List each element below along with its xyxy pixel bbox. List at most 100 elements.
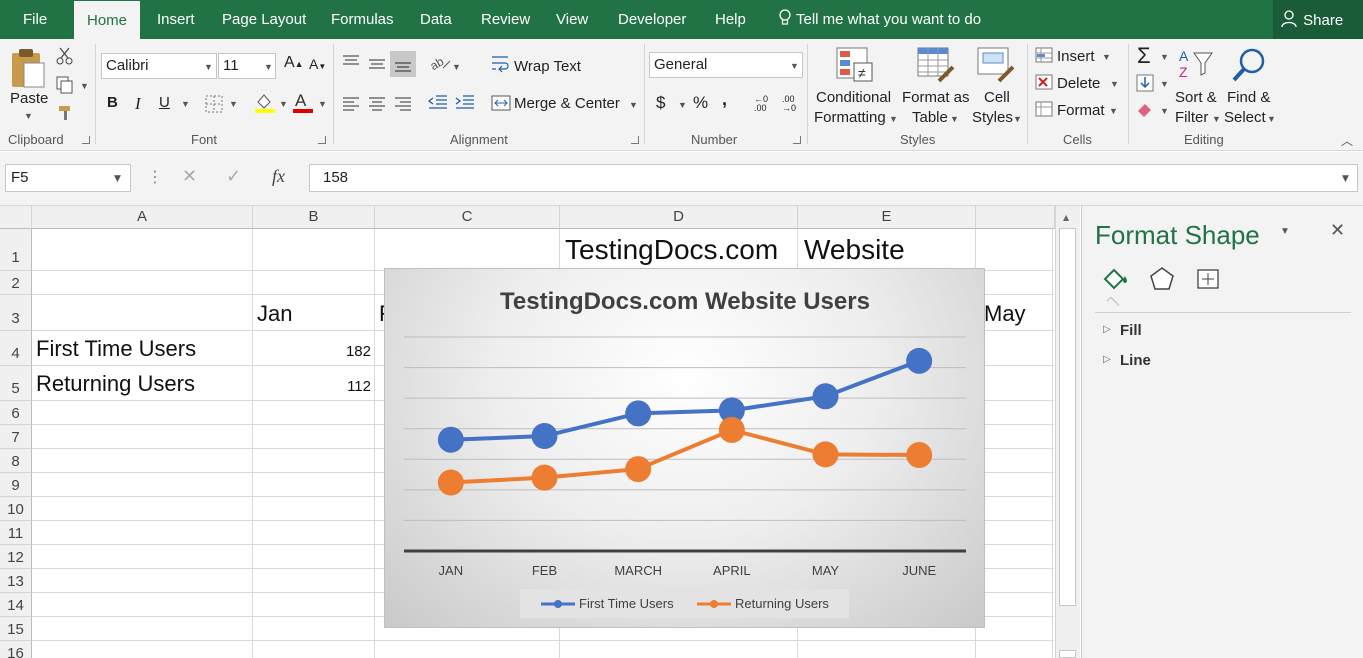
- row-header[interactable]: 2: [0, 271, 32, 295]
- tab-home[interactable]: Home: [74, 1, 140, 39]
- font-name-select[interactable]: Calibri: [101, 53, 217, 79]
- copy-icon[interactable]: [56, 76, 74, 97]
- dialog-launcher-icon[interactable]: [82, 136, 90, 144]
- align-center-icon[interactable]: [368, 97, 386, 114]
- chevron-down-icon[interactable]: ▼: [1110, 79, 1119, 89]
- percent-button[interactable]: %: [693, 93, 708, 113]
- insert-cells-button[interactable]: Insert: [1057, 48, 1095, 65]
- tab-page-layout[interactable]: Page Layout: [222, 0, 306, 39]
- tab-data[interactable]: Data: [420, 0, 452, 39]
- format-cells-button[interactable]: Format: [1057, 102, 1105, 119]
- font-color-icon[interactable]: A: [292, 91, 314, 117]
- conditional-formatting-line1[interactable]: Conditional: [816, 89, 891, 106]
- increase-font-icon[interactable]: A▲: [284, 54, 304, 72]
- chevron-down-icon[interactable]: ▼: [678, 100, 687, 110]
- scroll-down-button[interactable]: [1059, 650, 1076, 658]
- data-point[interactable]: [906, 442, 933, 469]
- underline-button[interactable]: U: [159, 94, 170, 111]
- orientation-icon[interactable]: ab: [428, 53, 452, 74]
- tab-view[interactable]: View: [556, 0, 588, 39]
- row-header[interactable]: 1: [0, 229, 32, 271]
- data-point[interactable]: [906, 347, 933, 374]
- chevron-down-icon[interactable]: ▼: [950, 114, 959, 124]
- row-header[interactable]: 5: [0, 366, 32, 401]
- chevron-down-icon[interactable]: ▼: [80, 81, 89, 91]
- chevron-down-icon[interactable]: ▼: [452, 62, 461, 72]
- row-header[interactable]: 12: [0, 545, 32, 569]
- close-icon[interactable]: ✕: [1330, 220, 1345, 241]
- cell-e1[interactable]: Website: [804, 234, 905, 266]
- cancel-icon[interactable]: ✕: [182, 166, 197, 187]
- chevron-down-icon[interactable]: ▼: [24, 111, 33, 121]
- column-header-b[interactable]: B: [253, 206, 375, 229]
- row-header[interactable]: 6: [0, 401, 32, 425]
- scrollbar-thumb[interactable]: [1059, 228, 1076, 606]
- data-point[interactable]: [812, 383, 839, 410]
- insert-cells-icon[interactable]: [1035, 47, 1053, 66]
- decrease-indent-icon[interactable]: [427, 95, 448, 114]
- row-header[interactable]: 13: [0, 569, 32, 593]
- align-top-icon[interactable]: [342, 55, 360, 72]
- expand-triangle-icon[interactable]: ▷: [1103, 324, 1111, 335]
- chevron-down-icon[interactable]: ▼: [1109, 106, 1118, 116]
- chart-title[interactable]: TestingDocs.com Website Users: [500, 288, 870, 315]
- cell-styles-line2[interactable]: Styles: [972, 109, 1013, 126]
- chevron-down-icon[interactable]: ▼: [114, 174, 121, 184]
- tab-file[interactable]: File: [23, 0, 47, 39]
- column-header-d[interactable]: D: [560, 206, 798, 229]
- comma-button[interactable]: ,: [722, 89, 727, 110]
- dialog-launcher-icon[interactable]: [793, 136, 801, 144]
- chevron-down-icon[interactable]: ▼: [1212, 114, 1221, 124]
- tab-help[interactable]: Help: [715, 0, 746, 39]
- line-chart[interactable]: TestingDocs.com Website Users JAN FEB MARC…: [384, 268, 985, 628]
- size-properties-icon[interactable]: [1194, 266, 1222, 295]
- merge-center-icon[interactable]: [491, 94, 511, 115]
- chevron-down-icon[interactable]: ▼: [1267, 114, 1276, 124]
- chevron-down-icon[interactable]: ▼: [318, 99, 327, 109]
- data-point[interactable]: [437, 469, 464, 496]
- chevron-down-icon[interactable]: ▼: [1102, 52, 1111, 62]
- decrease-decimal-button[interactable]: .00 →0: [782, 95, 806, 113]
- sort-filter-icon[interactable]: AZ: [1177, 47, 1215, 86]
- borders-icon[interactable]: [205, 95, 223, 116]
- row-header[interactable]: 15: [0, 617, 32, 641]
- format-cells-icon[interactable]: [1035, 101, 1053, 120]
- tab-insert[interactable]: Insert: [157, 0, 195, 39]
- dialog-launcher-icon[interactable]: [631, 136, 639, 144]
- increase-decimal-button[interactable]: ←0 .00: [754, 95, 778, 113]
- cell-styles-line1[interactable]: Cell: [984, 89, 1010, 106]
- data-point[interactable]: [718, 416, 745, 443]
- data-point[interactable]: [812, 441, 839, 468]
- enter-check-icon[interactable]: ✓: [226, 166, 241, 187]
- column-header-c[interactable]: C: [375, 206, 560, 229]
- data-point[interactable]: [437, 426, 464, 453]
- italic-button[interactable]: I: [135, 94, 141, 114]
- tab-review[interactable]: Review: [481, 0, 530, 39]
- find-select-line2[interactable]: Select: [1224, 109, 1266, 126]
- chevron-down-icon[interactable]: ▼: [1160, 106, 1169, 116]
- find-select-icon[interactable]: [1230, 47, 1268, 86]
- row-header[interactable]: 10: [0, 497, 32, 521]
- fill-section[interactable]: Fill: [1120, 322, 1142, 339]
- delete-cells-icon[interactable]: [1035, 74, 1053, 93]
- align-bottom-icon[interactable]: [390, 51, 416, 77]
- row-header[interactable]: 14: [0, 593, 32, 617]
- chevron-down-icon[interactable]: ▼: [229, 99, 238, 109]
- collapse-ribbon-icon[interactable]: ︿: [1341, 132, 1353, 149]
- cell-a5[interactable]: Returning Users: [36, 371, 195, 397]
- cell-b3[interactable]: Jan: [257, 301, 292, 327]
- chevron-down-icon[interactable]: ▼: [1013, 114, 1022, 124]
- column-header-f[interactable]: [976, 206, 1055, 229]
- cell-styles-icon[interactable]: [977, 47, 1015, 86]
- chevron-down-icon[interactable]: ▼: [629, 100, 638, 110]
- autosum-icon[interactable]: Σ: [1137, 43, 1151, 69]
- tab-developer[interactable]: Developer: [618, 0, 686, 39]
- row-header[interactable]: 4: [0, 331, 32, 366]
- align-right-icon[interactable]: [394, 97, 412, 114]
- cell-b5[interactable]: 112: [300, 378, 371, 395]
- data-point[interactable]: [531, 464, 558, 491]
- row-header[interactable]: 9: [0, 473, 32, 497]
- row-header[interactable]: 11: [0, 521, 32, 545]
- cell-a4[interactable]: First Time Users: [36, 336, 196, 362]
- number-format-select[interactable]: General: [649, 52, 803, 78]
